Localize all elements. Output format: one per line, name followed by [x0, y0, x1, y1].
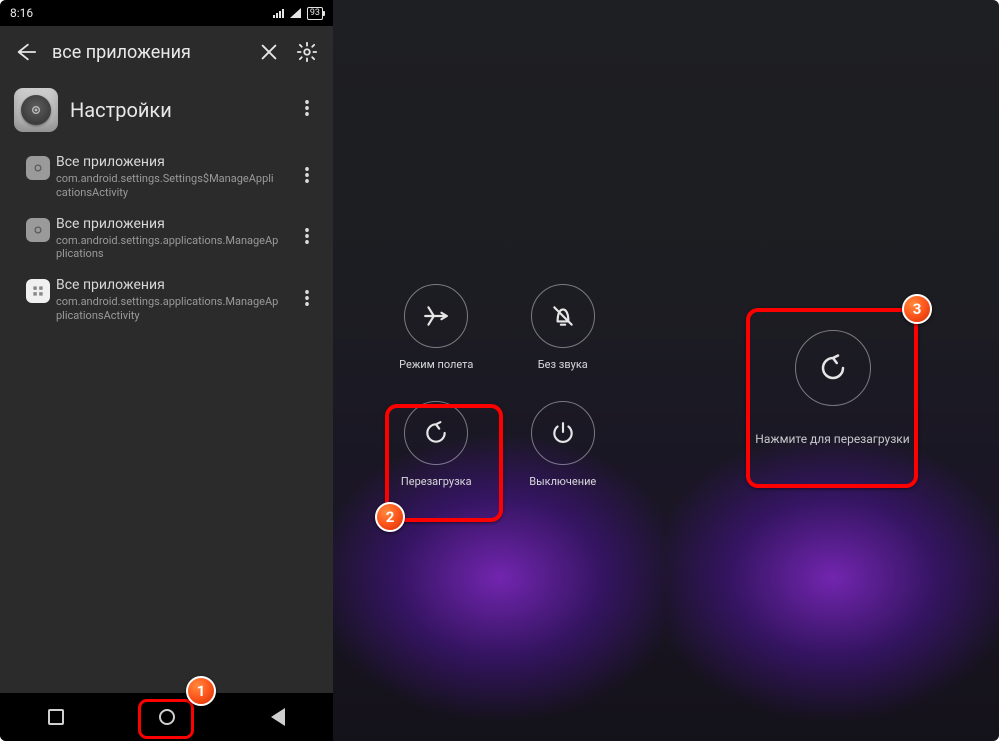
airplane-icon: [404, 284, 468, 348]
activity-item[interactable]: Все приложения com.android.settings.appl…: [0, 208, 333, 270]
status-bar: 8:16 93: [0, 0, 333, 26]
gear-icon: [26, 156, 50, 180]
annotation-highlight: [138, 699, 194, 739]
power-airplane[interactable]: Режим полета: [373, 284, 500, 371]
app-header[interactable]: Настройки •••: [0, 78, 333, 146]
annotation-badge-2: 2: [375, 502, 405, 532]
panel-activity-list: 8:16 93 все приложения: [0, 0, 333, 741]
panel-power-menu: Режим полета Без звука Перезагрузка Выкл…: [333, 0, 666, 741]
power-icon: [531, 401, 595, 465]
battery-icon: 93: [307, 7, 323, 20]
close-icon[interactable]: [257, 40, 281, 64]
more-icon[interactable]: •••: [295, 291, 319, 309]
power-label: Без звука: [538, 358, 588, 371]
gear-icon: [26, 218, 50, 242]
activity-title: Все приложения: [56, 154, 285, 170]
app-name: Настройки: [70, 98, 283, 122]
toolbar: все приложения: [0, 26, 333, 78]
bell-off-icon: [531, 284, 595, 348]
annotation-highlight: [385, 404, 503, 522]
activity-title: Все приложения: [56, 216, 285, 232]
power-silent[interactable]: Без звука: [500, 284, 627, 371]
annotation-highlight: [746, 308, 918, 488]
activity-package: com.android.settings.applications.Manage…: [56, 234, 285, 262]
apps-grid-icon: [26, 279, 50, 303]
settings-app-icon: [14, 88, 58, 132]
annotation-badge-3: 3: [902, 294, 932, 324]
nav-back-icon[interactable]: [271, 708, 285, 726]
power-label: Режим полета: [399, 358, 473, 371]
status-time: 8:16: [10, 6, 33, 20]
wifi-icon: [290, 8, 301, 18]
activity-title: Все приложения: [56, 277, 285, 293]
more-icon[interactable]: •••: [295, 229, 319, 247]
activity-item[interactable]: Все приложения com.android.settings.appl…: [0, 269, 333, 331]
signal-icon: [273, 8, 284, 18]
panel-reboot-confirm: Нажмите для перезагрузки 3: [666, 0, 999, 741]
gear-icon[interactable]: [295, 40, 319, 64]
nav-recents-icon[interactable]: [48, 709, 64, 725]
power-label: Выключение: [529, 475, 596, 488]
activity-package: com.android.settings.Settings$ManageAppl…: [56, 172, 285, 200]
more-icon[interactable]: •••: [295, 101, 319, 119]
back-icon[interactable]: [14, 40, 38, 64]
activity-package: com.android.settings.applications.Manage…: [56, 295, 285, 323]
more-icon[interactable]: •••: [295, 168, 319, 186]
activity-item[interactable]: Все приложения com.android.settings.Sett…: [0, 146, 333, 208]
power-off[interactable]: Выключение: [500, 401, 627, 488]
toolbar-title: все приложения: [52, 42, 243, 63]
annotation-badge-1: 1: [186, 676, 216, 706]
